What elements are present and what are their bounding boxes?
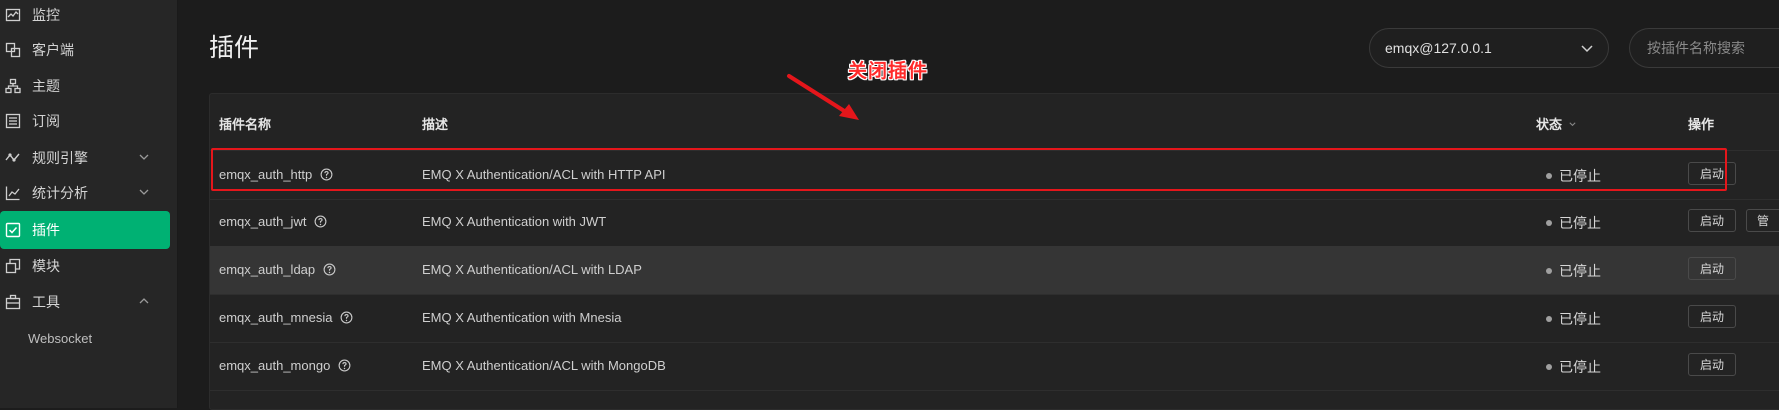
topics-icon	[4, 77, 22, 95]
sidebar-item-label: 主题	[32, 78, 60, 94]
status-badge: 已停止	[1546, 213, 1601, 233]
help-icon[interactable]	[323, 263, 336, 276]
column-header-actions: 操作	[1688, 117, 1715, 132]
start-button[interactable]: 启动	[1688, 353, 1736, 376]
column-header-status-label: 状态	[1536, 117, 1563, 132]
sidebar-item-label: 订阅	[32, 113, 60, 129]
plugin-name: emqx_auth_mongo	[219, 358, 331, 373]
modules-icon	[4, 257, 22, 275]
chevron-down-icon	[139, 154, 149, 160]
node-select[interactable]: emqx@127.0.0.1	[1369, 28, 1609, 68]
status-badge: 已停止	[1546, 309, 1601, 329]
sidebar-item-label: 规则引擎	[32, 150, 88, 166]
column-header-name: 插件名称	[219, 117, 272, 132]
sidebar-item-label: 工具	[32, 294, 60, 310]
status-text: 已停止	[1559, 311, 1601, 327]
sidebar-subitem-websocket[interactable]: Websocket	[28, 331, 92, 346]
status-badge: 已停止	[1546, 357, 1601, 377]
sort-chevron-icon	[1569, 122, 1576, 127]
manage-button[interactable]: 管	[1746, 209, 1779, 232]
sidebar-item-modules[interactable]: 模块	[0, 247, 170, 285]
status-text: 已停止	[1559, 359, 1601, 375]
node-select-value: emqx@127.0.0.1	[1385, 40, 1492, 56]
status-text: 已停止	[1559, 215, 1601, 231]
table-row: emqx_auth_ldap EMQ X Authentication/ACL …	[210, 246, 1779, 295]
toolbox-icon	[4, 293, 22, 311]
status-dot	[1546, 316, 1552, 322]
status-text: 已停止	[1559, 263, 1601, 279]
chevron-down-icon	[1581, 45, 1593, 53]
sidebar-item-monitor[interactable]: 监控	[0, 0, 170, 34]
sidebar-item-subscriptions[interactable]: 订阅	[0, 102, 170, 140]
plugin-name: emqx_auth_ldap	[219, 262, 316, 277]
annotation-highlight-box	[211, 148, 1727, 191]
chevron-down-icon	[139, 189, 149, 195]
sidebar: 监控 客户端 主题 订阅 规则引擎 统计分析 插件 模块 工具 Websocke…	[0, 0, 178, 408]
annotation-arrow-icon	[787, 74, 859, 120]
sidebar-item-rule-engine[interactable]: 规则引擎	[0, 139, 170, 177]
plugin-description: EMQ X Authentication with JWT	[422, 214, 607, 229]
column-header-description: 描述	[422, 117, 449, 132]
sidebar-item-clients[interactable]: 客户端	[0, 31, 170, 69]
sidebar-item-topics[interactable]: 主题	[0, 67, 170, 105]
clients-icon	[4, 41, 22, 59]
plugin-name: emqx_auth_jwt	[219, 214, 307, 229]
start-button[interactable]: 启动	[1688, 209, 1736, 232]
plugin-name-cell: emqx_auth_ldap	[219, 262, 336, 277]
search-box	[1629, 28, 1779, 68]
chevron-up-icon	[139, 298, 149, 304]
plugin-description: EMQ X Authentication/ACL with MongoDB	[422, 358, 666, 373]
start-button[interactable]: 启动	[1688, 257, 1736, 280]
sidebar-item-plugins[interactable]: 插件	[0, 211, 170, 249]
plugins-table: 插件名称 描述 状态 操作 emqx_auth_http EMQ X Authe…	[209, 93, 1779, 410]
sidebar-item-label: 客户端	[32, 42, 74, 58]
plugin-search-input[interactable]	[1645, 39, 1779, 57]
sidebar-item-tools[interactable]: 工具	[0, 283, 170, 321]
plugin-description: EMQ X Authentication/ACL with LDAP	[422, 262, 642, 277]
page-title: 插件	[209, 34, 260, 62]
plugins-icon	[4, 221, 22, 239]
sidebar-item-label: 模块	[32, 258, 60, 274]
rule-engine-icon	[4, 149, 22, 167]
sidebar-item-analytics[interactable]: 统计分析	[0, 174, 170, 212]
table-row: emqx_auth_jwt EMQ X Authentication with …	[210, 198, 1779, 247]
sidebar-item-label: 统计分析	[32, 185, 88, 201]
table-header: 插件名称 描述 状态 操作	[210, 94, 1779, 151]
sidebar-item-label: 插件	[32, 222, 60, 238]
help-icon[interactable]	[338, 359, 351, 372]
help-icon[interactable]	[314, 215, 327, 228]
status-dot	[1546, 364, 1552, 370]
status-badge: 已停止	[1546, 261, 1601, 281]
sidebar-item-label: 监控	[32, 7, 60, 23]
subscriptions-icon	[4, 112, 22, 130]
start-button[interactable]: 启动	[1688, 305, 1736, 328]
plugin-name: emqx_auth_mnesia	[219, 310, 333, 325]
analytics-icon	[4, 184, 22, 202]
monitor-icon	[4, 6, 22, 24]
plugin-name-cell: emqx_auth_mnesia	[219, 310, 353, 325]
plugin-description: EMQ X Authentication with Mnesia	[422, 310, 622, 325]
table-row: emqx_auth_mnesia EMQ X Authentication wi…	[210, 294, 1779, 343]
plugin-name-cell: emqx_auth_jwt	[219, 214, 327, 229]
table-row: emqx_auth_mongo EMQ X Authentication/ACL…	[210, 342, 1779, 391]
plugin-name-cell: emqx_auth_mongo	[219, 358, 351, 373]
status-dot	[1546, 220, 1552, 226]
help-icon[interactable]	[340, 311, 353, 324]
column-header-status[interactable]: 状态	[1536, 114, 1577, 133]
status-dot	[1546, 268, 1552, 274]
